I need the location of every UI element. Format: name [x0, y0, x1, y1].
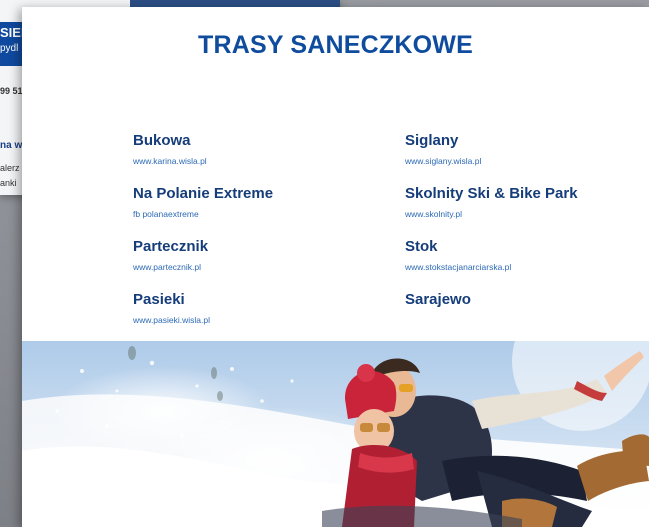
- background-text-line: alerz: [0, 163, 20, 173]
- list-item: Partecznik www.partecznik.pl: [133, 238, 373, 291]
- track-name: Partecznik: [133, 238, 209, 255]
- track-link[interactable]: www.pasieki.wisla.pl: [133, 315, 373, 325]
- track-name: Skolnity Ski & Bike Park: [405, 185, 578, 202]
- list-item: Bukowa www.karina.wisla.pl: [133, 132, 373, 185]
- document-page: TRASY SANECZKOWE Bukowa www.karina.wisla…: [22, 7, 649, 527]
- track-name: Siglany: [405, 132, 459, 149]
- list-item: Siglany www.siglany.wisla.pl: [405, 132, 645, 185]
- list-item: Skolnity Ski & Bike Park www.skolnity.pl: [405, 185, 645, 238]
- track-link[interactable]: www.siglany.wisla.pl: [405, 156, 645, 166]
- page-title: TRASY SANECZKOWE: [198, 31, 473, 59]
- track-name: Na Polanie Extreme: [133, 185, 274, 202]
- track-link[interactable]: www.partecznik.pl: [133, 262, 373, 272]
- sledding-photo: [22, 341, 649, 527]
- list-item: Sarajewo: [405, 291, 645, 344]
- track-link[interactable]: www.stokstacjanarciarska.pl: [405, 262, 645, 272]
- track-name: Stok: [405, 238, 438, 255]
- track-link[interactable]: fb polanaextreme: [133, 209, 373, 219]
- list-item: Pasieki www.pasieki.wisla.pl: [133, 291, 373, 344]
- background-phone-text: 99 51: [0, 86, 23, 96]
- track-list-left: Bukowa www.karina.wisla.pl Na Polanie Ex…: [133, 132, 373, 344]
- track-name: Pasieki: [133, 291, 185, 308]
- track-name: Bukowa: [133, 132, 191, 149]
- background-link-text[interactable]: na w: [0, 140, 22, 151]
- list-item: Stok www.stokstacjanarciarska.pl: [405, 238, 645, 291]
- list-item: Na Polanie Extreme fb polanaextreme: [133, 185, 373, 238]
- track-link[interactable]: www.skolnity.pl: [405, 209, 645, 219]
- screen: SIEK pydl 99 51 na w alerz anki TRASY SA…: [0, 0, 649, 527]
- track-name: Sarajewo: [405, 291, 471, 308]
- background-text-line: anki: [0, 178, 17, 188]
- sledding-photo-illustration: [22, 341, 649, 527]
- track-link[interactable]: www.karina.wisla.pl: [133, 156, 373, 166]
- track-list-right: Siglany www.siglany.wisla.pl Skolnity Sk…: [405, 132, 645, 344]
- background-header-subtitle: pydl: [0, 43, 19, 54]
